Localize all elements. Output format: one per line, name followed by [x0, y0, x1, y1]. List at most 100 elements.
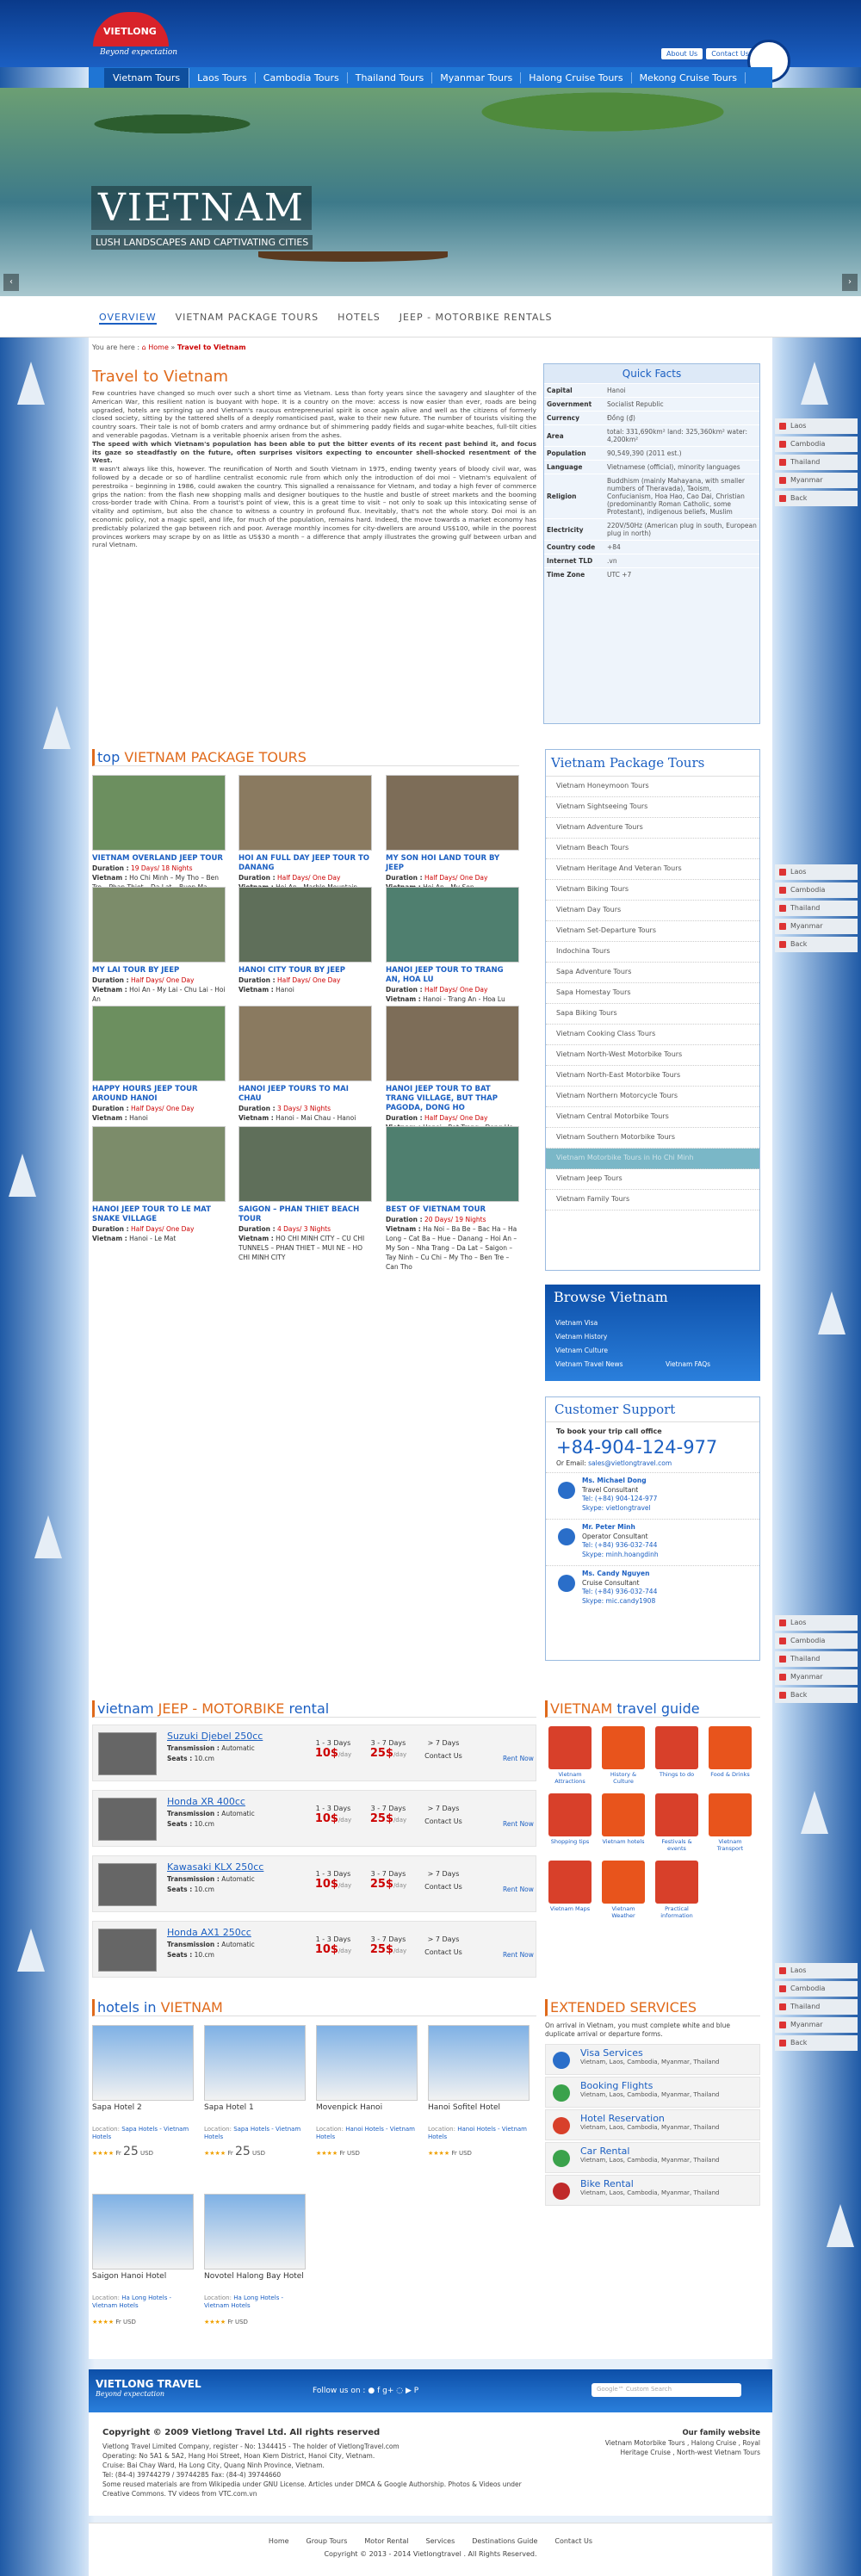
- tour-image[interactable]: [386, 887, 519, 963]
- guide-item[interactable]: Shopping tips: [548, 1793, 592, 1845]
- nav-item[interactable]: Vietnam Tours: [104, 67, 190, 88]
- tour-card[interactable]: HAPPY HOURS JEEP TOUR AROUND HANOI Durati…: [92, 1006, 226, 1123]
- tour-name[interactable]: MY SON HOI LAND TOUR BY JEEP: [386, 854, 519, 873]
- side-country-item[interactable]: Laos: [775, 1615, 858, 1631]
- package-tour-item[interactable]: Vietnam Honeymoon Tours: [546, 777, 759, 797]
- footer-link[interactable]: Services: [426, 2537, 455, 2545]
- ext-service[interactable]: Bike Rental Vietnam, Laos, Cambodia, Myan…: [545, 2175, 760, 2206]
- rent-now-button[interactable]: Rent Now: [503, 1820, 534, 1828]
- hotel-image[interactable]: [204, 2025, 306, 2101]
- browse-link[interactable]: Vietnam History: [555, 1333, 607, 1341]
- guide-item[interactable]: Things to do: [655, 1726, 698, 1778]
- package-tour-item[interactable]: Vietnam Jeep Tours: [546, 1169, 759, 1190]
- tour-name[interactable]: HANOI JEEP TOUR TO BAT TRANG VILLAGE, BU…: [386, 1085, 519, 1113]
- google-plus-icon[interactable]: g+: [382, 2387, 393, 2395]
- hotel-name[interactable]: Sapa Hotel 2: [92, 2103, 194, 2126]
- browse-link[interactable]: Vietnam FAQs: [666, 1360, 710, 1368]
- package-tour-item[interactable]: Vietnam Sightseeing Tours: [546, 797, 759, 818]
- footer-link[interactable]: Home: [269, 2537, 289, 2545]
- contact-skype[interactable]: Skype: mic.candy1908: [582, 1597, 655, 1605]
- hotel-card[interactable]: Saigon Hanoi Hotel Location: Ha Long Hote…: [92, 2194, 194, 2327]
- hotel-name[interactable]: Saigon Hanoi Hotel: [92, 2272, 194, 2294]
- hotel-card[interactable]: Sapa Hotel 1 Location: Sapa Hotels - Viet…: [204, 2025, 306, 2158]
- tour-name[interactable]: SAIGON – PHAN THIET BEACH TOUR: [238, 1205, 372, 1224]
- contact-price[interactable]: Contact Us: [418, 1752, 468, 1760]
- package-tour-item[interactable]: Sapa Adventure Tours: [546, 963, 759, 983]
- ext-service[interactable]: Visa Services Vietnam, Laos, Cambodia, My…: [545, 2044, 760, 2075]
- tour-name[interactable]: HOI AN FULL DAY JEEP TOUR TO DANANG: [238, 854, 372, 873]
- tour-image[interactable]: [386, 1126, 519, 1202]
- tour-card[interactable]: MY LAI TOUR BY JEEP Duration : Half Days/…: [92, 887, 226, 1004]
- bike-name[interactable]: Honda AX1 250cc: [167, 1927, 251, 1938]
- contact-price[interactable]: Contact Us: [418, 1883, 468, 1891]
- guide-item[interactable]: Vietnam Transport: [709, 1793, 752, 1852]
- nav-item[interactable]: Mekong Cruise Tours: [632, 71, 746, 84]
- footer-logo[interactable]: VIETLONG TRAVEL Beyond expectation: [96, 2378, 208, 2409]
- tour-image[interactable]: [238, 775, 372, 851]
- package-tour-item[interactable]: Vietnam Adventure Tours: [546, 818, 759, 839]
- side-country-item[interactable]: Back: [775, 491, 858, 506]
- side-country-item[interactable]: Thailand: [775, 455, 858, 470]
- side-country-item[interactable]: Thailand: [775, 1651, 858, 1667]
- bike-name[interactable]: Kawasaki KLX 250cc: [167, 1861, 263, 1873]
- service-name[interactable]: Hotel Reservation: [580, 2110, 759, 2124]
- package-tour-item[interactable]: Vietnam Beach Tours: [546, 839, 759, 859]
- nav-item[interactable]: Myanmar Tours: [432, 71, 522, 84]
- bike-image[interactable]: [98, 1863, 157, 1906]
- tour-card[interactable]: HANOI JEEP TOUR TO LE MAT SNAKE VILLAGE D…: [92, 1126, 226, 1243]
- ext-service[interactable]: Hotel Reservation Vietnam, Laos, Cambodia…: [545, 2109, 760, 2140]
- tour-name[interactable]: HANOI JEEP TOURS TO MAI CHAU: [238, 1085, 372, 1104]
- guide-item[interactable]: Practical information: [655, 1861, 698, 1919]
- guide-item[interactable]: Vietnam Weather: [602, 1861, 645, 1919]
- tour-name[interactable]: HANOI JEEP TOUR TO TRANG AN, HOA LU: [386, 966, 519, 985]
- email-link[interactable]: sales@vietlongtravel.com: [588, 1459, 672, 1467]
- contact-price[interactable]: Contact Us: [418, 1948, 468, 1956]
- bike-image[interactable]: [98, 1798, 157, 1841]
- bike-name[interactable]: Suzuki Djebel 250cc: [167, 1731, 263, 1742]
- contact-price[interactable]: Contact Us: [418, 1817, 468, 1825]
- hero-next-button[interactable]: ›: [842, 274, 858, 291]
- bike-name[interactable]: Honda XR 400cc: [167, 1796, 245, 1807]
- package-tour-item[interactable]: Vietnam Central Motorbike Tours: [546, 1107, 759, 1128]
- side-country-item[interactable]: Cambodia: [775, 882, 858, 898]
- side-country-item[interactable]: Myanmar: [775, 2017, 858, 2033]
- tour-image[interactable]: [92, 775, 226, 851]
- contact-skype[interactable]: Skype: minh.hoangdinh: [582, 1551, 659, 1558]
- side-country-item[interactable]: Myanmar: [775, 1669, 858, 1685]
- footer-search-input[interactable]: Google™ Custom Search: [592, 2383, 741, 2397]
- tour-image[interactable]: [238, 1006, 372, 1081]
- tour-image[interactable]: [92, 887, 226, 963]
- service-name[interactable]: Car Rental: [580, 2143, 759, 2157]
- side-country-item[interactable]: Cambodia: [775, 1981, 858, 1997]
- side-country-item[interactable]: Back: [775, 2035, 858, 2051]
- nav-item[interactable]: Thailand Tours: [348, 71, 433, 84]
- twitter-icon[interactable]: ●: [368, 2387, 375, 2395]
- side-country-item[interactable]: Laos: [775, 864, 858, 880]
- nav-item[interactable]: Cambodia Tours: [256, 71, 348, 84]
- tour-image[interactable]: [386, 1006, 519, 1081]
- browse-link[interactable]: Vietnam Visa: [555, 1319, 598, 1327]
- tour-card[interactable]: SAIGON – PHAN THIET BEACH TOUR Duration :…: [238, 1126, 372, 1262]
- footer-link[interactable]: Destinations Guide: [472, 2537, 537, 2545]
- tour-card[interactable]: HANOI JEEP TOURS TO MAI CHAU Duration : 3…: [238, 1006, 372, 1123]
- guide-item[interactable]: Festivals & events: [655, 1793, 698, 1852]
- support-phone[interactable]: +84-904-124-977: [546, 1435, 759, 1459]
- contact-tel[interactable]: Tel: (+84) 936-032-744: [582, 1541, 657, 1549]
- tour-card[interactable]: HANOI JEEP TOUR TO BAT TRANG VILLAGE, BU…: [386, 1006, 519, 1142]
- browse-link[interactable]: Vietnam Culture: [555, 1347, 608, 1354]
- package-tour-item[interactable]: Vietnam Northern Motorcycle Tours: [546, 1087, 759, 1107]
- hotel-image[interactable]: [428, 2025, 530, 2101]
- side-country-item[interactable]: Myanmar: [775, 473, 858, 488]
- subnav-item[interactable]: OVERVIEW: [99, 312, 157, 325]
- tour-name[interactable]: VIETNAM OVERLAND JEEP TOUR: [92, 854, 226, 864]
- side-country-item[interactable]: Laos: [775, 1963, 858, 1978]
- hotel-image[interactable]: [92, 2194, 194, 2269]
- package-tour-item[interactable]: Vietnam Motorbike Tours in Ho Chi Minh: [546, 1149, 759, 1169]
- package-tour-item[interactable]: Vietnam Cooking Class Tours: [546, 1025, 759, 1045]
- site-logo[interactable]: VIETLONG Beyond expectation: [93, 12, 188, 59]
- hotel-name[interactable]: Sapa Hotel 1: [204, 2103, 306, 2126]
- hotel-name[interactable]: Hanoi Sofitel Hotel: [428, 2103, 530, 2126]
- contact-tel[interactable]: Tel: (+84) 904-124-977: [582, 1495, 657, 1502]
- hotel-image[interactable]: [316, 2025, 418, 2101]
- footer-link[interactable]: Group Tours: [307, 2537, 348, 2545]
